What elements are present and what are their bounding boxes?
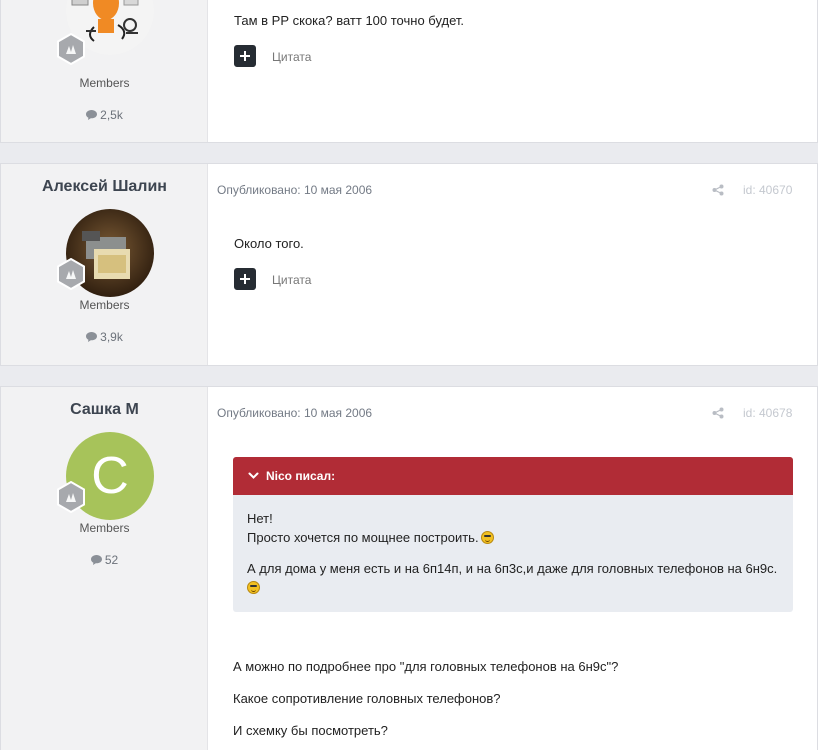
- post-count: 2,5k: [1, 108, 208, 123]
- share-icon[interactable]: [712, 407, 724, 419]
- quote-paragraph: А для дома у меня есть и на 6п14п, и на …: [247, 559, 781, 597]
- author-name[interactable]: Алексей Шалин: [1, 178, 208, 196]
- author-panel: Сашка М C Members 52: [1, 387, 208, 750]
- post-count-value: 52: [104, 553, 119, 567]
- rank-badge-icon: [55, 480, 87, 514]
- quote-button[interactable]: Цитата: [272, 273, 311, 287]
- quote-line-wrap: Просто хочется по мощнее построить.: [247, 528, 781, 547]
- post-date[interactable]: Опубликовано: 10 мая 2006: [217, 183, 372, 197]
- member-group: Members: [79, 76, 130, 90]
- quote-header[interactable]: Nico писал:: [233, 457, 793, 495]
- post-2: Алексей Шалин Members 3,9k Опубликовано:…: [0, 163, 818, 366]
- member-group: Members: [79, 521, 130, 535]
- avatar-letter: C: [91, 447, 129, 505]
- post-count: 52: [1, 553, 208, 568]
- smiley-icon: [480, 531, 494, 544]
- member-group: Members: [79, 298, 130, 312]
- post-id[interactable]: id: 40678: [743, 406, 792, 420]
- chevron-down-icon[interactable]: [248, 470, 259, 481]
- rank-badge-icon: [55, 257, 87, 291]
- quote-line: Просто хочется по мощнее построить.: [247, 530, 479, 545]
- post-body-line: И схемку бы посмотреть?: [233, 723, 388, 738]
- share-icon[interactable]: [712, 184, 724, 196]
- comment-icon: [86, 331, 98, 345]
- rank-badge-icon: [55, 32, 87, 66]
- comment-icon: [90, 554, 102, 568]
- smiley-icon: [247, 581, 260, 594]
- post-body-line: Около того.: [234, 236, 304, 251]
- quote-body: Нет! Просто хочется по мощнее построить.…: [247, 509, 781, 597]
- quote-plus-button[interactable]: [234, 45, 256, 67]
- quote-line: А для дома у меня есть и на 6п14п, и на …: [247, 561, 778, 576]
- quote-block: Nico писал: Нет! Просто хочется по мощне…: [233, 457, 793, 612]
- post-body-line: Какое сопротивление головных телефонов?: [233, 691, 501, 706]
- comment-icon: [86, 109, 98, 123]
- post-body-line: А можно по подробнее про "для головных т…: [233, 659, 619, 674]
- quote-button[interactable]: Цитата: [272, 50, 311, 64]
- post-body-line: Там в РР скока? ватт 100 точно будет.: [234, 13, 465, 28]
- post-id[interactable]: id: 40670: [743, 183, 792, 197]
- quote-plus-button[interactable]: [234, 268, 256, 290]
- quote-author: Nico писал:: [266, 469, 336, 483]
- post-count-value: 3,9k: [100, 330, 123, 344]
- post-count-value: 2,5k: [100, 108, 123, 122]
- author-panel: Алексей Шалин Members 3,9k: [1, 164, 208, 365]
- author-panel: Members 2,5k: [1, 0, 208, 142]
- post-date[interactable]: Опубликовано: 10 мая 2006: [217, 406, 372, 420]
- post-1: Members 2,5k Там в РР скока? ватт 100 то…: [0, 0, 818, 143]
- post-count: 3,9k: [1, 330, 208, 345]
- quote-line: Нет!: [247, 511, 273, 526]
- author-name[interactable]: Сашка М: [1, 401, 208, 419]
